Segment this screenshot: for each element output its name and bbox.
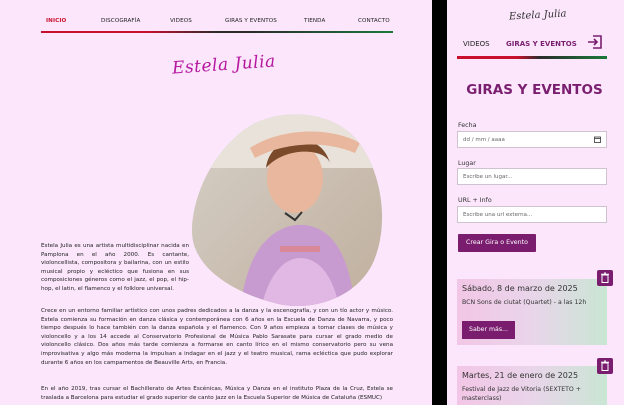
- delete-event-button[interactable]: [597, 358, 613, 374]
- intro-paragraph: Estela Julia es una artista multidiscipl…: [41, 243, 189, 292]
- create-event-button[interactable]: Crear Gira o Evento: [458, 234, 536, 252]
- lugar-placeholder: Escribe un lugar...: [463, 174, 513, 180]
- calendar-icon[interactable]: [594, 136, 601, 143]
- website-panel: INICIO DISCOGRAFÍA VIDEOS GIRAS Y EVENTO…: [0, 0, 432, 405]
- fecha-placeholder: dd / mm / aaaa: [463, 137, 505, 143]
- app-logo[interactable]: Estela Julia: [509, 9, 567, 23]
- artist-photo: [191, 114, 383, 307]
- nav-tienda[interactable]: TIENDA: [304, 18, 325, 24]
- fecha-label: Fecha: [458, 122, 477, 129]
- lugar-label: Lugar: [458, 160, 476, 167]
- tabs-divider: [457, 56, 607, 59]
- lugar-field[interactable]: Escribe un lugar...: [457, 168, 607, 185]
- page-title: GIRAS Y EVENTOS: [466, 82, 603, 98]
- nav-divider: [41, 31, 393, 33]
- site-logo[interactable]: Estela Julia: [171, 51, 276, 78]
- event-description: Festival de Jazz de Vitoria (SEXTETO + m…: [462, 386, 581, 402]
- logout-icon[interactable]: [587, 34, 603, 50]
- tab-giras-y-eventos[interactable]: GIRAS Y EVENTOS: [506, 40, 577, 48]
- saber-mas-button[interactable]: Saber más...: [462, 321, 515, 339]
- biography-paragraph: Crece en un entorno familiar artístico c…: [41, 308, 393, 366]
- event-description: BCN Sons de ciutat (Quartet) - a las 12h: [462, 299, 587, 306]
- event-card: Martes, 21 de enero de 2025 Festival de …: [457, 366, 607, 405]
- event-date: Sábado, 8 de marzo de 2025: [462, 284, 578, 293]
- url-label: URL + Info: [458, 197, 492, 204]
- nav-contacto[interactable]: CONTACTO: [358, 18, 390, 24]
- top-navigation: INICIO DISCOGRAFÍA VIDEOS GIRAS Y EVENTO…: [42, 18, 392, 30]
- nav-inicio[interactable]: INICIO: [46, 18, 66, 24]
- fecha-field[interactable]: dd / mm / aaaa: [457, 131, 607, 148]
- event-card: Sábado, 8 de marzo de 2025 BCN Sons de c…: [457, 279, 607, 345]
- event-date: Martes, 21 de enero de 2025: [462, 371, 579, 380]
- url-placeholder: Escribe una url externa...: [463, 212, 533, 218]
- trash-icon: [601, 360, 609, 371]
- nav-videos[interactable]: VIDEOS: [170, 18, 192, 24]
- nav-discografia[interactable]: DISCOGRAFÍA: [101, 18, 140, 24]
- nav-giras-y-eventos[interactable]: GIRAS Y EVENTOS: [225, 18, 277, 24]
- url-field[interactable]: Escribe una url externa...: [457, 206, 607, 223]
- tab-videos[interactable]: VIDEOS: [463, 40, 490, 48]
- delete-event-button[interactable]: [597, 270, 613, 286]
- trash-icon: [601, 272, 609, 283]
- biography-paragraph-2: En el año 2019, tras cursar el Bachiller…: [41, 386, 393, 401]
- mobile-app-panel: Estela Julia VIDEOS GIRAS Y EVENTOS GIRA…: [447, 0, 624, 405]
